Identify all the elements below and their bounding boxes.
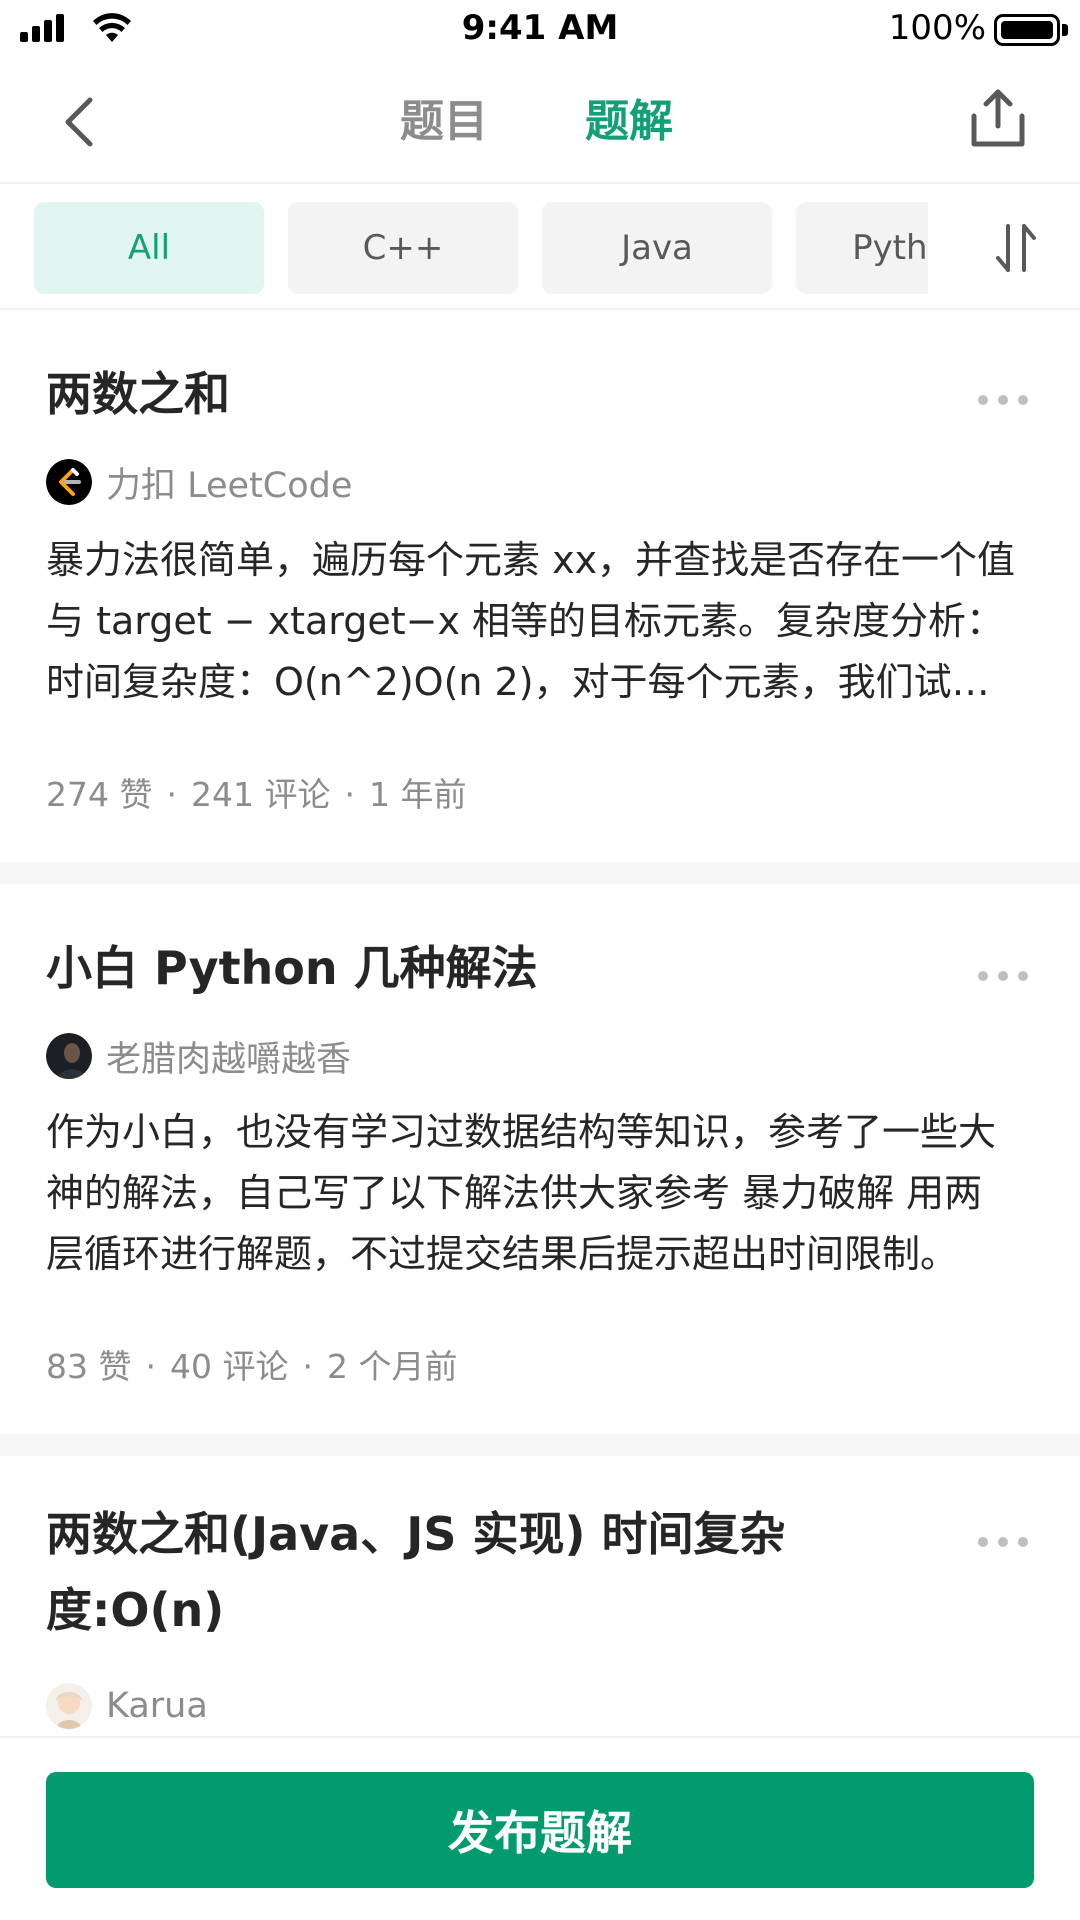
author-name: 力扣 LeetCode (106, 465, 353, 506)
battery-percentage: 100% (888, 8, 986, 48)
user-avatar-icon (46, 1033, 92, 1079)
share-upload-icon[interactable] (964, 84, 1032, 152)
author-name: Karua (106, 1686, 208, 1726)
author-row[interactable]: 老腊肉越嚼越香 (46, 1032, 351, 1080)
filter-chip-java[interactable]: Java (542, 202, 772, 294)
solution-meta: 83 赞 · 40 评论 · 2 个月前 (46, 1347, 458, 1386)
chevron-left-icon[interactable] (50, 90, 114, 154)
battery-icon (994, 14, 1068, 46)
more-dots-icon[interactable] (978, 966, 1028, 986)
publish-solution-button[interactable]: 发布题解 (46, 1772, 1034, 1888)
like-count: 274 赞 (46, 775, 153, 814)
like-count: 83 赞 (46, 1347, 132, 1386)
language-filter-bar: All C++ Java Python (0, 186, 1080, 310)
post-time: 2 个月前 (326, 1347, 458, 1386)
filter-chip-scroll[interactable]: All C++ Java Python (34, 202, 928, 294)
card-divider (0, 862, 1080, 884)
more-dots-icon[interactable] (978, 1532, 1028, 1552)
author-row[interactable]: Karua (46, 1682, 208, 1730)
filter-chip-python[interactable]: Python (796, 202, 928, 294)
bottom-action-bar: 发布题解 (0, 1736, 1080, 1920)
sort-icon[interactable] (992, 222, 1040, 274)
solution-meta: 274 赞 · 241 评论 · 1 年前 (46, 775, 467, 814)
solution-title[interactable]: 两数之和(Java、JS 实现) 时间复杂度:O(n) (46, 1496, 826, 1648)
leetcode-logo-icon (46, 459, 92, 505)
comment-count: 241 评论 (190, 775, 331, 814)
solution-title[interactable]: 小白 Python 几种解法 (46, 930, 826, 1006)
solution-title[interactable]: 两数之和 (46, 356, 826, 432)
status-bar: 9:41 AM 100% (0, 0, 1080, 60)
solution-card[interactable]: 小白 Python 几种解法 老腊肉越嚼越香 作为小白，也没有学习过数据结构等知… (0, 884, 1080, 1432)
solution-card[interactable]: 两数之和 力扣 LeetCode 暴力法很简单，遍历每个元素 xx，并查找是否存… (0, 312, 1080, 860)
author-name: 老腊肉越嚼越香 (106, 1039, 352, 1080)
tab-problem[interactable]: 题目 (400, 90, 488, 154)
filter-chip-cpp[interactable]: C++ (288, 202, 518, 294)
solution-card[interactable]: 两数之和(Java、JS 实现) 时间复杂度:O(n) Karua (0, 1456, 1080, 1756)
solution-excerpt: 暴力法很简单，遍历每个元素 xx，并查找是否存在一个值与 target − xt… (46, 538, 1016, 704)
tab-solution[interactable]: 题解 (585, 90, 673, 154)
card-divider (0, 1434, 1080, 1456)
solution-excerpt: 作为小白，也没有学习过数据结构等知识，参考了一些大神的解法，自己写了以下解法供大… (46, 1110, 997, 1276)
author-row[interactable]: 力扣 LeetCode (46, 458, 352, 506)
more-dots-icon[interactable] (978, 390, 1028, 410)
nav-bar: 题目 题解 (0, 60, 1080, 184)
filter-chip-all[interactable]: All (34, 202, 264, 294)
comment-count: 40 评论 (169, 1347, 289, 1386)
solutions-screen: 9:41 AM 100% 题目 题解 All C++ Java Python (0, 0, 1080, 1920)
post-time: 1 年前 (368, 775, 467, 814)
user-avatar-icon (46, 1683, 92, 1729)
